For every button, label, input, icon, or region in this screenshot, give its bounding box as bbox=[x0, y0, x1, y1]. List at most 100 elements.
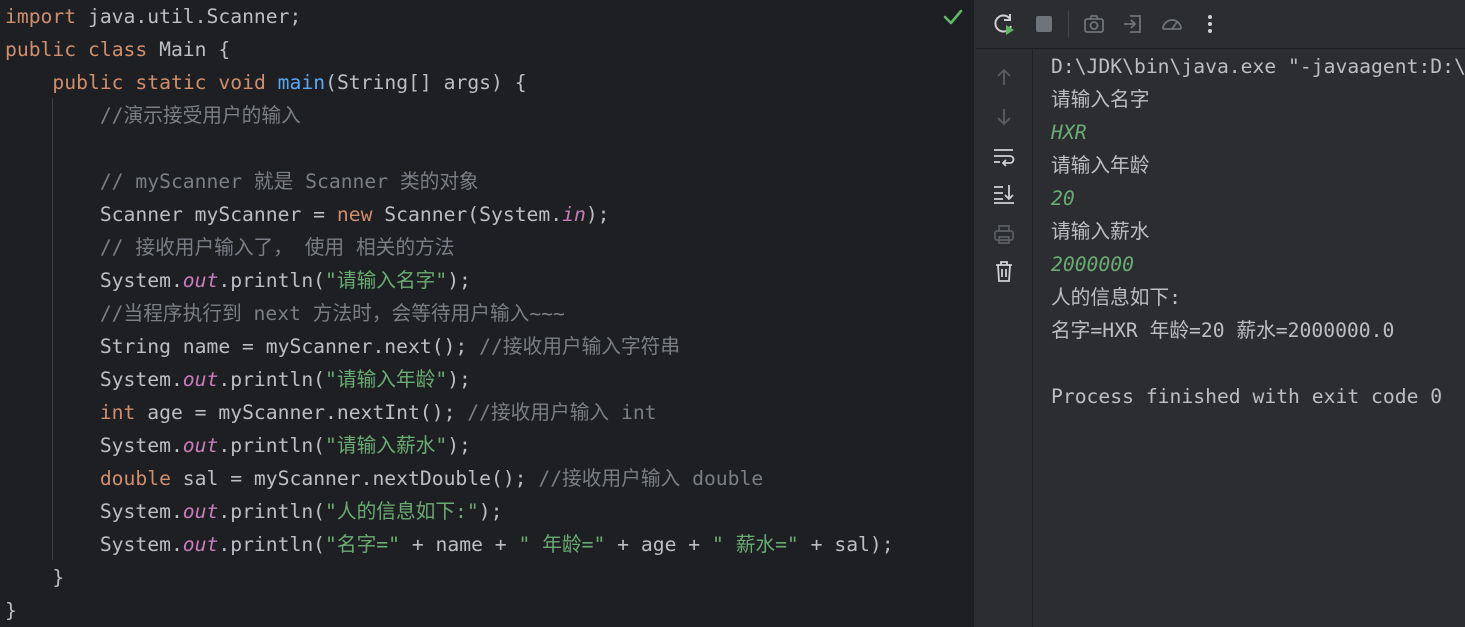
console-line: 请输入年龄 bbox=[1051, 154, 1150, 177]
code-line[interactable]: System.out.println("名字=" + name + " 年龄="… bbox=[5, 528, 894, 561]
code-token: //接收用户输入字符串 bbox=[479, 335, 681, 358]
code-token: ); bbox=[447, 269, 471, 292]
code-token: Main { bbox=[147, 38, 231, 61]
console-line: Process finished with exit code 0 bbox=[1051, 385, 1443, 408]
console-user-input: HXR bbox=[1051, 121, 1087, 144]
code-token: // 接收用户输入了， 使用 相关的方法 bbox=[5, 236, 455, 259]
console-line: 人的信息如下: bbox=[1051, 286, 1181, 309]
code-token: //演示接受用户的输入 bbox=[5, 104, 301, 127]
console-line: D:\JDK\bin\java.exe "-javaagent:D:\ bbox=[1051, 55, 1465, 78]
code-token: // myScanner 就是 Scanner 类的对象 bbox=[5, 170, 479, 193]
code-token: //接收用户输入 int bbox=[467, 401, 657, 424]
console-output[interactable]: D:\JDK\bin\java.exe "-javaagent:D:\ 请输入名字… bbox=[1033, 49, 1465, 627]
stop-icon[interactable] bbox=[1030, 10, 1058, 38]
code-line[interactable]: System.out.println("请输入年龄"); bbox=[5, 363, 471, 396]
code-line[interactable]: Scanner myScanner = new Scanner(System.i… bbox=[5, 198, 610, 231]
code-line[interactable]: //当程序执行到 next 方法时，会等待用户输入~~~ bbox=[5, 297, 565, 330]
console-user-input: 2000000 bbox=[1051, 253, 1134, 276]
code-token: + name + bbox=[399, 533, 519, 556]
code-token: } bbox=[5, 599, 17, 622]
checkmark-icon bbox=[942, 6, 964, 28]
code-token: new bbox=[336, 203, 373, 226]
attach-icon[interactable] bbox=[1119, 10, 1147, 38]
code-token: System. bbox=[5, 269, 183, 292]
code-editor[interactable]: import java.util.Scanner; public class Ma… bbox=[0, 0, 974, 627]
print-icon[interactable] bbox=[990, 220, 1018, 248]
code-token: System. bbox=[5, 434, 183, 457]
code-token: System. bbox=[5, 500, 183, 523]
code-token: "人的信息如下:" bbox=[325, 500, 479, 523]
code-line[interactable]: import java.util.Scanner; bbox=[5, 0, 301, 33]
run-toolbar bbox=[976, 0, 1465, 49]
code-line[interactable]: System.out.println("请输入薪水"); bbox=[5, 429, 471, 462]
camera-icon[interactable] bbox=[1080, 10, 1108, 38]
code-token: static bbox=[135, 71, 207, 94]
code-token: .println( bbox=[218, 500, 326, 523]
code-token: .println( bbox=[218, 269, 326, 292]
code-token: in bbox=[562, 203, 586, 226]
console-side-toolbar bbox=[976, 49, 1033, 627]
code-line[interactable]: System.out.println("请输入名字"); bbox=[5, 264, 471, 297]
code-token: public bbox=[52, 71, 124, 94]
rerun-icon[interactable] bbox=[990, 10, 1018, 38]
code-token: .println( bbox=[218, 533, 326, 556]
arrow-up-icon[interactable] bbox=[990, 63, 1018, 91]
code-token: out bbox=[182, 434, 219, 457]
toolbar-separator bbox=[1068, 10, 1069, 38]
profiler-icon[interactable] bbox=[1158, 10, 1186, 38]
code-token: ); bbox=[478, 500, 503, 523]
code-token: } bbox=[5, 566, 65, 589]
code-token: main bbox=[277, 71, 326, 94]
code-token: + sal); bbox=[798, 533, 894, 556]
code-token: " 年龄=" bbox=[518, 533, 606, 556]
run-tool-window: D:\JDK\bin\java.exe "-javaagent:D:\ 请输入名字… bbox=[976, 0, 1465, 627]
code-token: java.util.Scanner; bbox=[76, 5, 302, 28]
code-line[interactable]: // myScanner 就是 Scanner 类的对象 bbox=[5, 165, 479, 198]
code-token: ); bbox=[447, 368, 471, 391]
code-token: age = myScanner.nextInt(); bbox=[135, 401, 468, 424]
code-token: Scanner(System. bbox=[372, 203, 563, 226]
code-token: .println( bbox=[218, 368, 326, 391]
code-token: ); bbox=[585, 203, 610, 226]
code-token: double bbox=[99, 467, 171, 490]
console-user-input: 20 bbox=[1051, 187, 1075, 210]
code-token: "请输入年龄" bbox=[325, 368, 448, 391]
code-line[interactable]: String name = myScanner.next(); //接收用户输入… bbox=[5, 330, 680, 363]
code-token: //接收用户输入 double bbox=[538, 467, 764, 490]
code-token: System. bbox=[5, 368, 183, 391]
code-token: (String[] args) { bbox=[325, 71, 527, 94]
code-token: .println( bbox=[218, 434, 326, 457]
code-line[interactable]: //演示接受用户的输入 bbox=[5, 99, 301, 132]
soft-wrap-icon[interactable] bbox=[990, 142, 1018, 170]
code-line[interactable]: public static void main(String[] args) { bbox=[5, 66, 527, 99]
arrow-down-icon[interactable] bbox=[990, 103, 1018, 131]
code-token: class bbox=[87, 38, 148, 61]
code-token: " 薪水=" bbox=[712, 533, 799, 556]
code-token: out bbox=[182, 533, 219, 556]
code-token: Scanner myScanner = bbox=[5, 203, 337, 226]
code-line[interactable]: System.out.println("人的信息如下:"); bbox=[5, 495, 503, 528]
trash-icon[interactable] bbox=[990, 258, 1018, 286]
code-line[interactable]: public class Main { bbox=[5, 33, 230, 66]
code-token: sal = myScanner.nextDouble(); bbox=[170, 467, 539, 490]
code-token: "请输入薪水" bbox=[325, 434, 448, 457]
code-line[interactable]: int age = myScanner.nextInt(); //接收用户输入 … bbox=[5, 396, 657, 429]
code-token: "名字=" bbox=[325, 533, 400, 556]
more-icon[interactable] bbox=[1196, 10, 1224, 38]
scroll-to-end-icon[interactable] bbox=[990, 180, 1018, 208]
code-line[interactable]: // 接收用户输入了， 使用 相关的方法 bbox=[5, 231, 455, 264]
code-token: out bbox=[182, 269, 219, 292]
code-line[interactable]: } bbox=[5, 594, 17, 627]
code-token: + age + bbox=[605, 533, 712, 556]
code-token: void bbox=[218, 71, 266, 94]
code-line[interactable]: } bbox=[5, 561, 64, 594]
code-line[interactable]: double sal = myScanner.nextDouble(); //接… bbox=[5, 462, 763, 495]
console-line: 名字=HXR 年龄=20 薪水=2000000.0 bbox=[1051, 319, 1395, 342]
